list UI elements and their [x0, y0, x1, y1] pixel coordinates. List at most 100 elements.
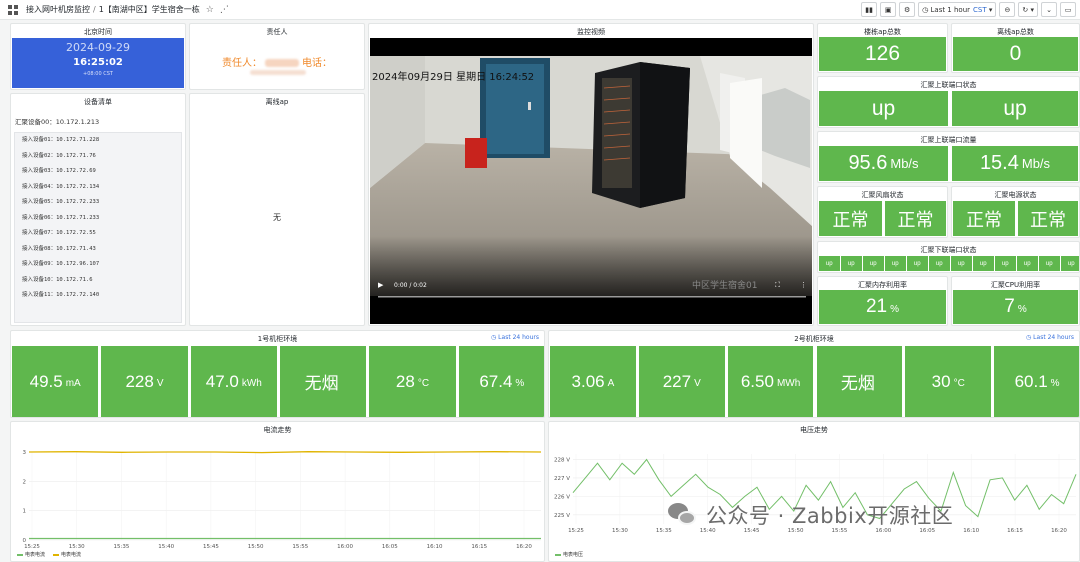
panel-title: 汇聚下联端口状态 — [920, 246, 977, 254]
building-ap-total-panel: 楼栋ap总数 126 — [817, 23, 948, 73]
clock-date: 2024-09-29 — [66, 41, 130, 54]
fullscreen-icon[interactable]: ⛶ — [775, 281, 780, 289]
settings-gear-icon[interactable]: ⚙ — [899, 2, 916, 17]
star-icon[interactable]: ☆ — [206, 5, 214, 15]
device-list[interactable]: 接入设备01：10.172.71.228 接入设备02：10.172.71.76… — [14, 132, 182, 323]
port-status: up — [1061, 256, 1079, 271]
cabinet-stat: 无烟 — [280, 346, 367, 417]
stat-value: 正常 — [953, 201, 1015, 236]
cabinet-stat: 28 °C — [369, 346, 456, 417]
cabinet-stat: 49.5 mA — [12, 346, 99, 417]
y-tick-label: 2 — [23, 479, 27, 485]
chart-legend: 电表电流 电表电流 — [17, 551, 81, 558]
cabinet-stat: 6.50 MWh — [727, 346, 814, 417]
play-icon[interactable]: ▶ — [378, 281, 384, 289]
stat-value: 正常 — [1018, 201, 1078, 236]
phone-label: 电话： — [302, 58, 332, 69]
legend-item[interactable]: 电表电压 — [555, 551, 583, 558]
list-item: 接入设备10：10.172.71.6 — [22, 276, 93, 283]
breadcrumb-folder[interactable]: 接入网叶机房监控 — [26, 5, 90, 14]
responsible-panel: 责任人 责任人： 电话： — [189, 23, 365, 90]
port-status: up — [1039, 256, 1060, 271]
contact-info: 责任人： 电话： — [190, 54, 364, 69]
clock-icon: ◷ — [922, 5, 929, 14]
device-list-panel: 设备清单 汇聚设备00：10.172.1.213 接入设备01：10.172.7… — [10, 93, 186, 326]
share-icon[interactable]: ⋰ — [220, 5, 229, 15]
video-player[interactable]: 2024年09月29日 星期日 16:24:52 中区学生宿舍01 ▶ 0:00… — [370, 38, 812, 324]
cabinet-stat: 30 °C — [905, 346, 992, 417]
port-status: up — [929, 256, 950, 271]
panel-title: 汇聚上联端口状态 — [920, 81, 977, 89]
cabinet-stat: 无烟 — [816, 346, 903, 417]
legend-item[interactable]: 电表电流 — [17, 551, 45, 558]
stat-value: 21% — [819, 290, 946, 324]
port-status: up — [841, 256, 862, 271]
panel-title: 汇聚内存利用率 — [858, 281, 907, 289]
x-tick-label: 15:30 — [69, 544, 85, 550]
cabinet-stat: 227 V — [638, 346, 725, 417]
downlink-port-grid: upupupupupupupupupupupupupupupupupupupup… — [819, 256, 1079, 272]
downlink-status-panel: 汇聚下联端口状态 upupupupupupupupupupupupupupupu… — [817, 241, 1080, 273]
refresh-icon[interactable]: ↻ ▾ — [1018, 2, 1038, 17]
cabinet-stat: 228 V — [101, 346, 188, 417]
port-status: up — [819, 256, 840, 271]
chevron-down-icon[interactable]: ⌄ — [1041, 2, 1057, 17]
x-tick-label: 15:35 — [114, 544, 130, 550]
current-chart: 012315:25 15:30 15:35 15:40 15:45 15:50 15:55 1… — [23, 450, 542, 550]
stat-value: 15.4 Mb/s — [952, 146, 1078, 181]
video-overlay-location: 中区学生宿舍01 — [692, 279, 757, 291]
x-tick-label: 15:50 — [248, 544, 264, 550]
clock-timezone: +08:00 CST — [83, 71, 113, 77]
breadcrumb-dashboard[interactable]: 1【南湖中区】学生宿舍一栋 — [99, 5, 200, 14]
tv-mode-icon[interactable]: ▭ — [1060, 2, 1076, 17]
beijing-time-panel: 北京时间 2024-09-29 16:25:02 +08:00 CST — [10, 23, 186, 90]
cpu-panel: 汇聚CPU利用率 7% — [951, 276, 1080, 326]
aggregation-device: 汇聚设备00：10.172.1.213 — [15, 118, 100, 126]
x-tick-label: 16:10 — [427, 544, 443, 550]
panel-title: 离线ap总数 — [997, 28, 1034, 36]
more-options-icon[interactable]: ⋮ — [800, 281, 807, 289]
time-range-link[interactable]: ◷ Last 24 hours — [1026, 334, 1074, 341]
list-item: 接入设备07：10.172.72.55 — [22, 230, 96, 236]
x-tick-label: 15:25 — [568, 528, 584, 534]
add-panel-button[interactable]: ▮▮ — [861, 2, 878, 17]
stat-value: 95.6 Mb/s — [819, 146, 948, 181]
series-line — [28, 451, 542, 454]
video-progress-bar[interactable] — [378, 296, 806, 298]
cabinet-2-panel: 2号机柜环境 ◷ Last 24 hours 3.06 A 227 V 6.50 MWh 无… — [548, 330, 1080, 418]
x-tick-label: 16:10 — [963, 528, 979, 534]
time-range-link[interactable]: ◷ Last 24 hours — [491, 334, 539, 341]
time-range-picker[interactable]: ◷ Last 1 hour CST ▾ — [918, 2, 997, 17]
port-status: up — [995, 256, 1016, 271]
legend-item[interactable]: 电表电流 — [53, 551, 81, 558]
x-tick-label: 15:45 — [203, 544, 219, 550]
clock-time: 16:25:02 — [73, 57, 123, 68]
list-item: 接入设备09：10.172.96.107 — [22, 261, 100, 267]
stat-value: 7% — [953, 290, 1078, 324]
offline-ap-panel: 离线ap 无 — [189, 93, 365, 326]
x-tick-label: 16:20 — [516, 544, 532, 550]
x-tick-label: 16:15 — [1007, 528, 1023, 534]
list-item: 接入设备01：10.172.71.228 — [22, 137, 100, 143]
list-item: 接入设备06：10.172.71.233 — [22, 214, 100, 221]
cabinet-stat: 60.1% — [994, 346, 1079, 417]
x-tick-label: 15:25 — [24, 544, 40, 550]
video-time: 0:00 / 0:02 — [394, 282, 427, 289]
port-status: up — [973, 256, 994, 271]
panel-title: 汇聚风扇状态 — [861, 191, 904, 199]
stat-value: up — [952, 91, 1078, 126]
zoom-out-icon[interactable]: ⊖ — [999, 2, 1016, 17]
stat-value: up — [819, 91, 948, 126]
port-status: up — [907, 256, 928, 271]
cabinet-1-panel: 1号机柜环境 ◷ Last 24 hours 49.5 mA 228 V 47.0 kWh… — [10, 330, 545, 418]
panel-title: 汇聚电源状态 — [994, 191, 1037, 199]
uplink-traffic-panel: 汇聚上联端口流量 95.6 Mb/s 15.4 Mb/s — [817, 131, 1080, 183]
y-tick-label: 3 — [23, 450, 27, 456]
top-navbar: 接入网叶机房监控/1【南湖中区】学生宿舍一栋 ☆ ⋰ ▮▮ ▣ ⚙ ◷ Last… — [0, 0, 1080, 20]
y-tick-label: 227 V — [554, 476, 570, 482]
dashboards-icon[interactable] — [8, 4, 18, 15]
redacted-phone — [250, 70, 306, 75]
port-status: up — [951, 256, 972, 271]
save-dashboard-button[interactable]: ▣ — [880, 2, 897, 17]
uplink-status-panel: 汇聚上联端口状态 up up — [817, 76, 1080, 128]
